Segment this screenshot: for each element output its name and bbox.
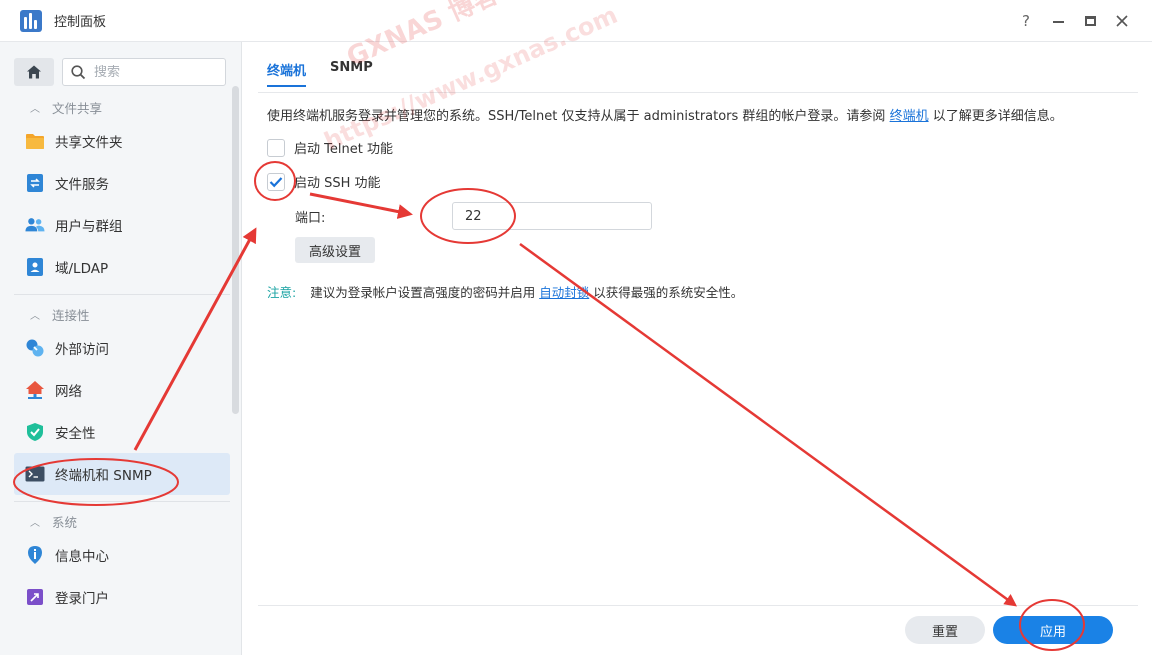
sidebar-item-network[interactable]: 网络	[14, 369, 230, 411]
security-shield-icon	[25, 422, 45, 442]
nav-group-label: 连接性	[52, 307, 90, 323]
telnet-checkbox[interactable]	[267, 138, 285, 157]
search-input[interactable]	[94, 64, 214, 80]
close-button[interactable]	[1106, 5, 1138, 37]
sidebar-item-label: 文件服务	[55, 177, 109, 193]
port-input[interactable]	[452, 202, 652, 230]
sidebar-item-users-groups[interactable]: 用户与群组	[14, 204, 230, 246]
reset-button[interactable]: 重置	[905, 616, 985, 644]
nav-group-label: 系统	[52, 514, 78, 530]
nav-group-file-sharing[interactable]: ︿ 文件共享	[0, 94, 241, 120]
sidebar-item-info-center[interactable]: 信息中心	[14, 534, 230, 576]
nav-group-system[interactable]: ︿ 系统	[0, 508, 241, 534]
port-label: 端口:	[295, 211, 326, 226]
nav-group-label: 文件共享	[52, 100, 103, 116]
ldap-icon	[25, 257, 45, 277]
info-icon	[25, 545, 45, 565]
sidebar-item-label: 安全性	[55, 426, 96, 442]
maximize-button[interactable]	[1074, 5, 1106, 37]
chevron-up-icon: ︿	[30, 517, 40, 529]
sidebar-item-label: 共享文件夹	[55, 135, 123, 151]
sidebar-item-security[interactable]: 安全性	[14, 411, 230, 453]
chevron-up-icon: ︿	[30, 103, 40, 115]
tab-divider	[258, 92, 1138, 93]
sidebar-item-label: 用户与群组	[55, 219, 123, 235]
advanced-settings-button[interactable]: 高级设置	[295, 237, 375, 263]
sidebar-item-file-services[interactable]: 文件服务	[14, 162, 230, 204]
note-text-after: 以获得最强的系统安全性。	[593, 285, 744, 300]
sidebar-item-label: 域/LDAP	[55, 261, 109, 277]
search-icon	[71, 64, 86, 79]
tab-terminal[interactable]: 终端机	[267, 60, 307, 87]
auto-block-link[interactable]: 自动封锁	[539, 285, 589, 300]
ssh-label: 启动 SSH 功能	[294, 176, 381, 191]
note-label: 注意:	[267, 285, 297, 300]
window-controls: ?	[1010, 0, 1138, 42]
sidebar-item-login-portal[interactable]: 登录门户	[14, 576, 230, 618]
external-access-icon	[25, 338, 45, 358]
nav-list: ︿ 文件共享 共享文件夹 文件服务 用户与群组 域/LDAP ︿ 连接性 外部访…	[0, 94, 241, 618]
login-portal-icon	[25, 587, 45, 607]
maximize-icon	[1084, 16, 1096, 26]
tab-bar: 终端机 SNMP	[267, 60, 397, 87]
control-panel-icon	[20, 9, 42, 32]
home-button[interactable]	[14, 58, 54, 86]
window-title: 控制面板	[54, 15, 107, 30]
sidebar-item-shared-folder[interactable]: 共享文件夹	[14, 120, 230, 162]
sidebar-item-label: 外部访问	[55, 342, 109, 358]
sidebar-item-label: 网络	[55, 384, 82, 400]
minimize-icon	[1052, 21, 1064, 23]
footer-divider	[258, 605, 1138, 606]
note-text: 建议为登录帐户设置高强度的密码并启用	[310, 285, 536, 300]
file-services-icon	[25, 173, 45, 193]
help-icon: ?	[1022, 12, 1030, 30]
sidebar-item-label: 终端机和 SNMP	[55, 468, 152, 484]
sidebar-item-domain-ldap[interactable]: 域/LDAP	[14, 246, 230, 288]
sidebar-scrollbar[interactable]	[232, 86, 239, 414]
apply-button[interactable]: 应用	[993, 616, 1113, 644]
close-icon	[1116, 15, 1128, 27]
sidebar-item-external-access[interactable]: 外部访问	[14, 327, 230, 369]
sidebar-item-label: 信息中心	[55, 549, 109, 565]
home-icon	[27, 65, 41, 79]
search-box	[62, 58, 226, 86]
folder-icon	[25, 131, 45, 151]
nav-divider	[14, 294, 230, 295]
nav-group-connectivity[interactable]: ︿ 连接性	[0, 301, 241, 327]
sidebar: ︿ 文件共享 共享文件夹 文件服务 用户与群组 域/LDAP	[0, 42, 242, 655]
security-note: 注意: 建议为登录帐户设置高强度的密码并启用 自动封锁 以获得最强的系统安全性。	[267, 282, 743, 301]
chevron-up-icon: ︿	[30, 310, 40, 322]
nav-divider	[14, 501, 230, 502]
sidebar-item-label: 登录门户	[55, 591, 109, 607]
help-button[interactable]: ?	[1010, 5, 1042, 37]
users-icon	[25, 215, 45, 235]
description-text-after: 以了解更多详细信息。	[932, 109, 1063, 124]
terminal-icon	[25, 464, 45, 484]
checkmark-icon	[269, 176, 283, 187]
minimize-button[interactable]	[1042, 5, 1074, 37]
ssh-option: 启动 SSH 功能	[267, 172, 381, 191]
ssh-checkbox[interactable]	[267, 172, 285, 191]
sidebar-item-terminal-snmp[interactable]: 终端机和 SNMP	[14, 453, 230, 495]
terminal-help-link[interactable]: 终端机	[890, 109, 929, 124]
network-icon	[25, 380, 45, 400]
